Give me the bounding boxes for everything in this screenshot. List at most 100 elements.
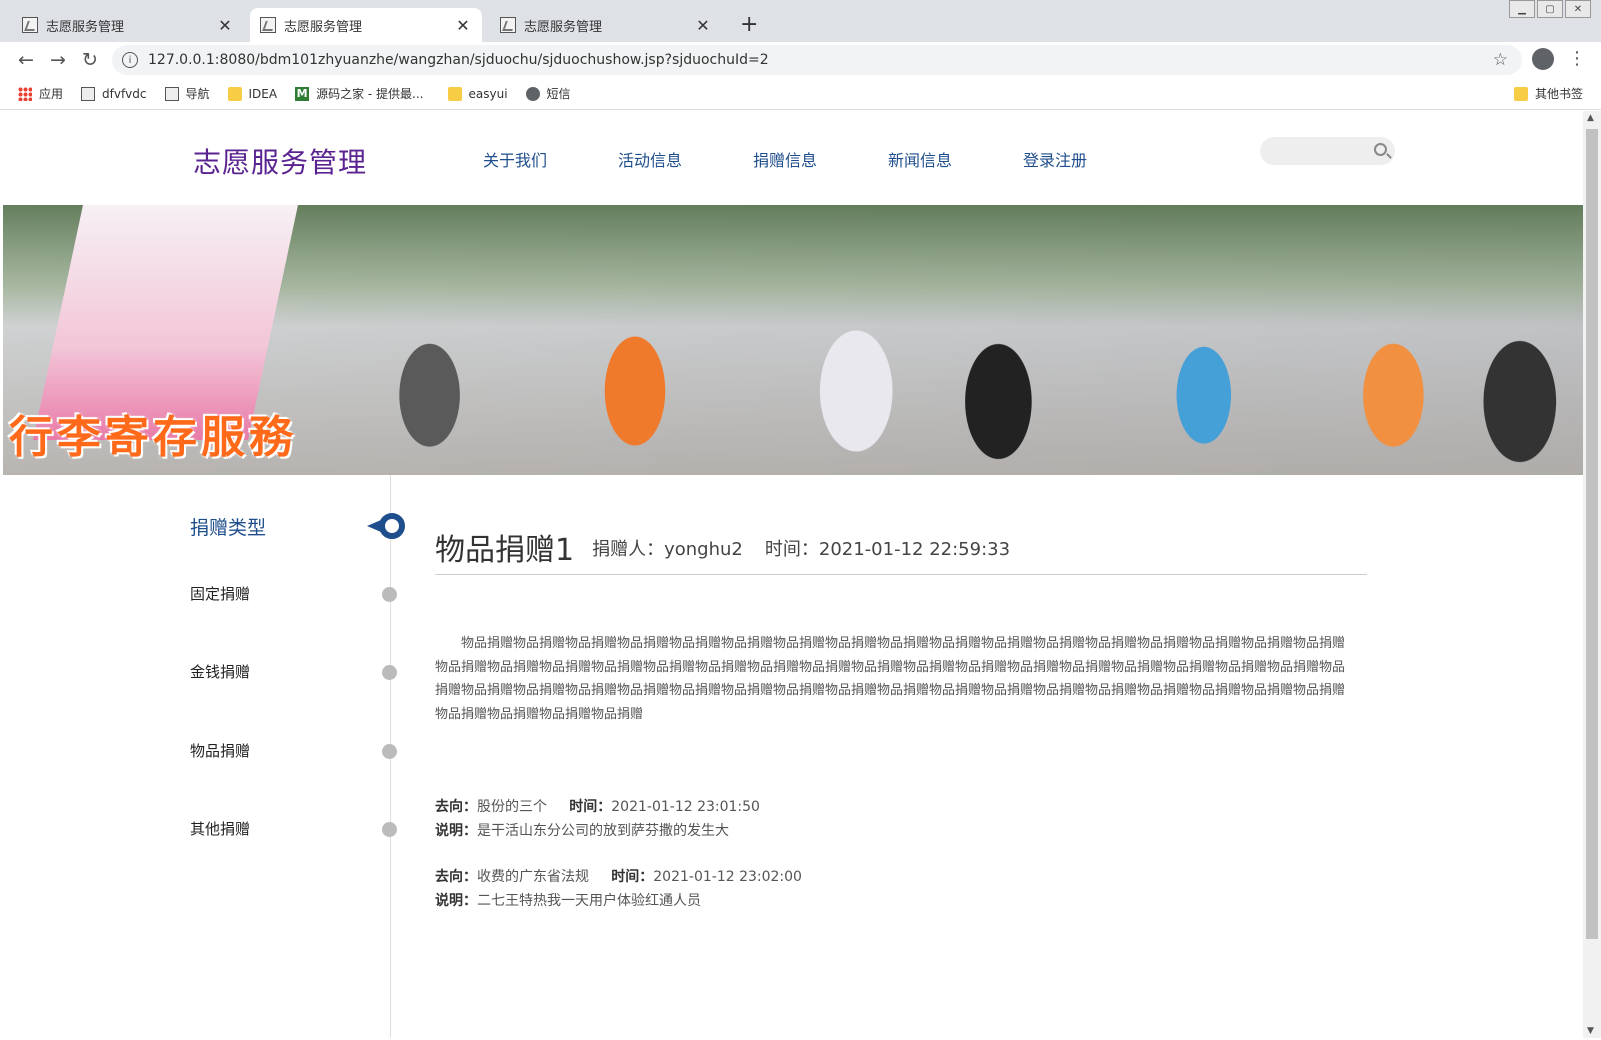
folder-icon <box>1513 86 1528 101</box>
page-favicon-icon <box>260 17 276 33</box>
bookmark-dfvfvdc[interactable]: dfvfvdc <box>81 86 147 101</box>
banner-caption: 行李寄存服務 <box>9 412 297 463</box>
reload-icon[interactable]: ↻ <box>74 49 106 71</box>
banner-image: 行李寄存服務 <box>3 205 1583 475</box>
search-input[interactable] <box>1260 137 1395 165</box>
close-window-icon[interactable]: ✕ <box>1565 0 1591 18</box>
nav-news[interactable]: 新闻信息 <box>888 147 1023 171</box>
globe-icon <box>525 86 540 101</box>
sidebar-title: 捐赠类型 <box>190 517 267 539</box>
address-bar[interactable]: i 127.0.0.1:8080/bdm101zhyuanzhe/wangzha… <box>112 45 1522 75</box>
sidebar-item-fixed[interactable]: 固定捐赠 <box>190 583 250 604</box>
bookmark-label: 源码之家 - 提供最... <box>316 87 424 101</box>
bookmark-nav[interactable]: 导航 <box>164 85 210 102</box>
close-icon[interactable]: ✕ <box>216 16 234 35</box>
timeline-dot-icon <box>382 822 397 837</box>
url-text: 127.0.0.1:8080/bdm101zhyuanzhe/wangzhan/… <box>148 52 769 68</box>
window-controls: ▁ ▢ ✕ <box>1507 0 1591 18</box>
close-icon[interactable]: ✕ <box>454 16 472 35</box>
nav-about[interactable]: 关于我们 <box>483 147 618 171</box>
page-icon <box>164 86 179 101</box>
new-tab-icon[interactable]: + <box>740 12 758 37</box>
bookmarks-bar: 应用 dfvfvdc 导航 IDEA M 源码之家 - 提供最... easyu… <box>0 78 1601 110</box>
bookmark-label: 短信 <box>546 87 571 101</box>
time-label: 时间： <box>611 869 654 885</box>
bookmark-label: IDEA <box>248 86 278 101</box>
menu-dots-icon[interactable]: ⋮ <box>1568 48 1586 69</box>
minimize-icon[interactable]: ▁ <box>1509 0 1535 18</box>
note-value: 是干活山东分公司的放到萨芬撒的发生大 <box>477 823 729 839</box>
tab-3[interactable]: 志愿服务管理 ✕ <box>490 8 722 42</box>
sidebar-item-money[interactable]: 金钱捐赠 <box>190 661 250 682</box>
page-scrollbar[interactable]: ▲ ▼ <box>1583 111 1601 1038</box>
page-viewport: 志愿服务管理 关于我们 活动信息 捐赠信息 新闻信息 登录注册 行李寄存服務 捐… <box>3 111 1583 1038</box>
time-label: 时间： <box>569 799 612 815</box>
article-title: 物品捐赠1 <box>435 533 575 568</box>
page-favicon-icon <box>500 17 516 33</box>
nav-activities[interactable]: 活动信息 <box>618 147 753 171</box>
article-body: 物品捐赠物品捐赠物品捐赠物品捐赠物品捐赠物品捐赠物品捐赠物品捐赠物品捐赠物品捐赠… <box>435 636 1346 722</box>
bookmark-label: easyui <box>468 86 508 101</box>
page-favicon-icon <box>22 17 38 33</box>
dest-label: 去向： <box>435 799 477 815</box>
time-meta: 时间：2021-01-12 22:59:33 <box>764 539 1011 560</box>
apps-icon <box>18 86 32 101</box>
tab-1[interactable]: 志愿服务管理 ✕ <box>12 8 244 42</box>
bookmark-idea[interactable]: IDEA <box>227 86 278 101</box>
maximize-icon[interactable]: ▢ <box>1537 0 1563 18</box>
search-icon[interactable] <box>1374 143 1387 156</box>
page-icon <box>81 86 96 101</box>
nav-donations[interactable]: 捐赠信息 <box>753 147 888 171</box>
folder-icon <box>447 86 462 101</box>
tab-title: 志愿服务管理 <box>524 19 603 35</box>
dest-label: 去向： <box>435 869 477 885</box>
flow-record-2: 去向：收费的广东省法规 时间：2021-01-12 23:02:00 说明：二七… <box>435 865 802 913</box>
sidebar-item-other[interactable]: 其他捐赠 <box>190 818 250 839</box>
note-value: 二七王特热我一天用户体验红通人员 <box>477 893 701 909</box>
timeline-dot-icon <box>382 587 397 602</box>
folder-icon <box>227 86 242 101</box>
back-icon[interactable]: ← <box>10 49 42 71</box>
main-nav: 关于我们 活动信息 捐赠信息 新闻信息 登录注册 <box>483 147 1158 171</box>
tab-title: 志愿服务管理 <box>46 19 125 35</box>
browser-window: 志愿服务管理 ✕ 志愿服务管理 ✕ 志愿服务管理 ✕ + ▁ ▢ ✕ ← → ↻… <box>0 0 1601 1040</box>
note-label: 说明： <box>435 893 477 909</box>
dest-value: 收费的广东省法规 <box>477 869 589 885</box>
bookmark-apps[interactable]: 应用 <box>18 85 63 102</box>
article-header: 物品捐赠1 捐赠人：yonghu2 时间：2021-01-12 22:59:33 <box>435 525 1367 575</box>
note-label: 说明： <box>435 823 477 839</box>
bookmark-easyui[interactable]: easyui <box>447 86 508 101</box>
forward-icon[interactable]: → <box>42 49 74 71</box>
donor-meta: 捐赠人：yonghu2 <box>592 539 743 560</box>
other-bookmarks-label: 其他书签 <box>1534 87 1583 101</box>
timeline-dot-icon <box>382 665 397 680</box>
nav-login-register[interactable]: 登录注册 <box>1023 147 1158 171</box>
info-icon[interactable]: i <box>122 52 138 68</box>
site-logo[interactable]: 志愿服务管理 <box>193 141 367 181</box>
scrollbar-thumb[interactable] <box>1586 129 1598 939</box>
bookmark-yuanma[interactable]: M 源码之家 - 提供最... <box>295 85 424 102</box>
close-icon[interactable]: ✕ <box>694 16 712 35</box>
other-bookmarks[interactable]: 其他书签 <box>1513 85 1583 102</box>
dest-value: 股份的三个 <box>477 799 547 815</box>
tab-title: 志愿服务管理 <box>284 19 363 35</box>
bookmark-sms[interactable]: 短信 <box>525 85 571 102</box>
time-value: 2021-01-12 23:02:00 <box>653 869 802 885</box>
site-header: 志愿服务管理 关于我们 活动信息 捐赠信息 新闻信息 登录注册 <box>3 111 1583 205</box>
profile-avatar-icon[interactable] <box>1532 48 1554 70</box>
sidebar-item-goods[interactable]: 物品捐赠 <box>190 740 250 761</box>
category-sidebar: 捐赠类型 固定捐赠 金钱捐赠 物品捐赠 其他捐赠 <box>3 475 405 1038</box>
bookmark-label: 导航 <box>185 87 210 101</box>
star-icon[interactable]: ☆ <box>1493 50 1508 70</box>
tab-strip: 志愿服务管理 ✕ 志愿服务管理 ✕ 志愿服务管理 ✕ + ▁ ▢ ✕ <box>0 0 1601 42</box>
timeline-dot-icon <box>382 744 397 759</box>
scroll-down-icon[interactable]: ▼ <box>1587 1026 1594 1036</box>
bookmark-label: dfvfvdc <box>102 86 147 101</box>
browser-toolbar: ← → ↻ i 127.0.0.1:8080/bdm101zhyuanzhe/w… <box>0 42 1601 78</box>
m-logo-icon: M <box>295 86 310 101</box>
active-marker-icon <box>367 513 405 539</box>
scroll-up-icon[interactable]: ▲ <box>1587 113 1594 123</box>
tab-2[interactable]: 志愿服务管理 ✕ <box>250 8 482 42</box>
bookmark-label: 应用 <box>39 87 64 101</box>
time-value: 2021-01-12 23:01:50 <box>611 799 760 815</box>
